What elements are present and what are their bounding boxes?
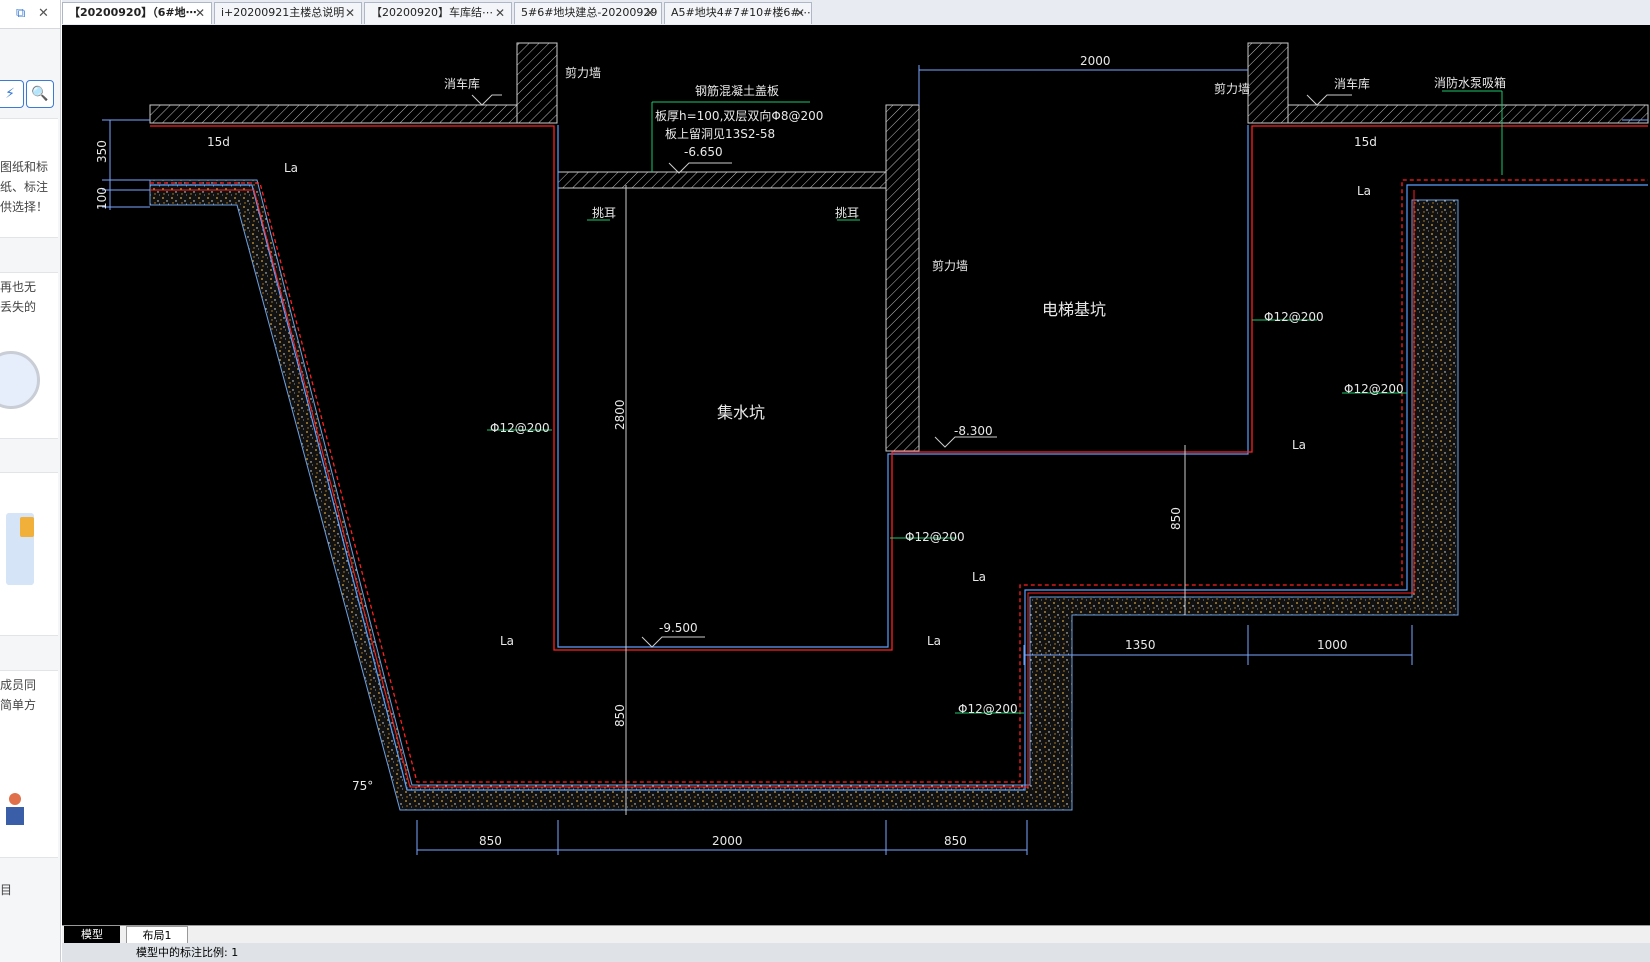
doc-tab-label: 5#6#地块建总-20200929 bbox=[521, 6, 658, 19]
panel-footer-text: 目 bbox=[0, 883, 13, 897]
dim-350: 350 bbox=[95, 140, 109, 163]
top-slab-left bbox=[149, 104, 518, 124]
promo-badge-icon bbox=[0, 351, 40, 409]
lightning-icon: ⚡ bbox=[5, 86, 15, 102]
dim-850-vertical: 850 bbox=[613, 704, 627, 727]
label-elev-slab: -6.650 bbox=[684, 145, 723, 159]
label-elevator-pit: 电梯基坑 bbox=[1042, 300, 1106, 319]
promo-text-3a: 成员同 bbox=[0, 678, 37, 692]
label-rebar-3: Φ12@200 bbox=[958, 702, 1018, 716]
dim-2800: 2800 bbox=[613, 399, 627, 430]
tab-close-icon[interactable]: ✕ bbox=[195, 3, 205, 23]
label-shear-wall-1: 剪力墙 bbox=[565, 65, 601, 80]
label-slab-hole: 板上留洞见13S2-58 bbox=[665, 127, 775, 141]
layout-tab-bar: 模型 布局1 bbox=[62, 925, 1650, 945]
shear-wall-top-left bbox=[516, 42, 558, 124]
dim-850-vertical-2: 850 bbox=[1169, 507, 1183, 530]
label-15d-left: 15d bbox=[207, 135, 230, 149]
search-button[interactable]: 🔍 bbox=[26, 80, 54, 108]
label-ear-left: 挑耳 bbox=[592, 206, 616, 220]
layout1-tab-label: 布局1 bbox=[142, 929, 172, 942]
label-sump: 集水坑 bbox=[717, 403, 765, 422]
dim-850-right: 850 bbox=[944, 834, 967, 848]
tab-close-icon[interactable]: ✕ bbox=[795, 3, 805, 23]
search-icon: 🔍 bbox=[31, 86, 49, 102]
badge-illustration-icon bbox=[20, 517, 34, 537]
promo-text-1a: 图纸和标 bbox=[0, 160, 49, 174]
doc-tab-3[interactable]: 【20200920】车库结⋯ ✕ bbox=[364, 2, 512, 24]
label-la-6: La bbox=[1357, 184, 1371, 198]
label-elev-9500: -9.500 bbox=[659, 621, 698, 635]
shear-wall-top-right bbox=[1247, 42, 1289, 124]
promo-card-1: 图纸和标 纸、标注 供选择！ bbox=[0, 118, 58, 238]
status-bar: 模型中的标注比例: 1 bbox=[62, 943, 1650, 962]
label-fire-garage-right: 消车库 bbox=[1334, 76, 1370, 91]
label-15d-right: 15d bbox=[1354, 135, 1377, 149]
label-la-5: La bbox=[1292, 438, 1306, 452]
label-elev-8300: -8.300 bbox=[954, 424, 993, 438]
shear-wall-middle bbox=[885, 104, 920, 452]
dim-2000-top: 2000 bbox=[1080, 54, 1111, 68]
doc-tab-label: i+20200921主楼总说明 bbox=[221, 6, 345, 19]
left-side-panel: ⧉ ✕ ⚡ 🔍 图纸和标 纸、标注 供选择！ 再也无 丢失的 成员同 简单方 目 bbox=[0, 0, 61, 962]
label-rebar-2: Φ12@200 bbox=[905, 530, 965, 544]
doc-tab-4[interactable]: 5#6#地块建总-20200929 ✕ bbox=[514, 2, 662, 24]
left-panel-header: ⧉ ✕ bbox=[0, 0, 60, 29]
rebar-line-outer bbox=[150, 189, 1415, 788]
model-tab-label: 模型 bbox=[81, 928, 103, 941]
promo-card-2: 再也无 丢失的 bbox=[0, 272, 58, 439]
doc-tab-label: 【20200920】车库结⋯ bbox=[371, 6, 493, 19]
dim-100: 100 bbox=[95, 187, 109, 210]
doc-tab-5[interactable]: A5#地块4#7#10#楼6#⋯ ✕ bbox=[664, 2, 812, 24]
promo-text-2a: 再也无 bbox=[0, 280, 37, 294]
promo-text-2b: 丢失的 bbox=[0, 300, 37, 314]
close-icon[interactable]: ✕ bbox=[38, 6, 49, 21]
label-rebar-1: Φ12@200 bbox=[490, 421, 550, 435]
tab-close-icon[interactable]: ✕ bbox=[645, 3, 655, 23]
label-la-1: La bbox=[284, 161, 298, 175]
document-tab-bar: 【20200920】（6#地⋯ ✕ i+20200921主楼总说明 ✕ 【20200… bbox=[62, 0, 1650, 26]
dim-1000: 1000 bbox=[1317, 638, 1348, 652]
cad-drawing-canvas[interactable]: 消车库 消车库 剪力墙 剪力墙 剪力墙 钢筋混凝土盖板 板厚h=100,双层双向… bbox=[62, 25, 1650, 925]
label-la-4: La bbox=[972, 570, 986, 584]
doc-tab-label: A5#地块4#7#10#楼6#⋯ bbox=[671, 6, 811, 19]
model-tab[interactable]: 模型 bbox=[64, 926, 120, 943]
label-slab-title: 钢筋混凝土盖板 bbox=[695, 83, 779, 98]
label-fire-garage-left: 消车库 bbox=[444, 76, 480, 91]
promo-card-3 bbox=[0, 472, 58, 636]
promo-card-4: 成员同 简单方 bbox=[0, 670, 58, 858]
label-fire-pump: 消防水泵吸箱 bbox=[1434, 75, 1506, 90]
label-rebar-5: Φ12@200 bbox=[1344, 382, 1404, 396]
tab-close-icon[interactable]: ✕ bbox=[345, 3, 355, 23]
dim-2000-bottom: 2000 bbox=[712, 834, 743, 848]
person-illustration-icon bbox=[2, 791, 28, 831]
tab-close-icon[interactable]: ✕ bbox=[495, 3, 505, 23]
pit-concrete-body bbox=[149, 179, 1459, 811]
flash-button[interactable]: ⚡ bbox=[0, 80, 24, 108]
label-la-2: La bbox=[500, 634, 514, 648]
label-shear-wall-2: 剪力墙 bbox=[1214, 81, 1250, 96]
doc-tab-1[interactable]: 【20200920】（6#地⋯ ✕ bbox=[62, 2, 212, 24]
annotation-scale-text: 模型中的标注比例: 1 bbox=[136, 946, 239, 959]
label-slab-spec: 板厚h=100,双层双向Φ8@200 bbox=[655, 108, 823, 123]
doc-tab-label: 【20200920】（6#地⋯ bbox=[69, 6, 197, 19]
label-la-3: La bbox=[927, 634, 941, 648]
restore-icon[interactable]: ⧉ bbox=[16, 6, 25, 21]
top-slab-right bbox=[1287, 104, 1649, 124]
promo-text-1b: 纸、标注 bbox=[0, 180, 49, 194]
label-ear-right: 挑耳 bbox=[835, 206, 859, 220]
label-rebar-4: Φ12@200 bbox=[1264, 310, 1324, 324]
label-angle-75: 75° bbox=[352, 779, 373, 793]
promo-text-1c: 供选择！ bbox=[0, 200, 49, 214]
doc-tab-2[interactable]: i+20200921主楼总说明 ✕ bbox=[214, 2, 362, 24]
label-shear-wall-3: 剪力墙 bbox=[932, 258, 968, 273]
promo-text-3b: 简单方 bbox=[0, 698, 37, 712]
dim-850-left: 850 bbox=[479, 834, 502, 848]
cover-slab bbox=[557, 171, 887, 189]
cad-drawing[interactable]: 消车库 消车库 剪力墙 剪力墙 剪力墙 钢筋混凝土盖板 板厚h=100,双层双向… bbox=[62, 25, 1650, 925]
dim-1350: 1350 bbox=[1125, 638, 1156, 652]
